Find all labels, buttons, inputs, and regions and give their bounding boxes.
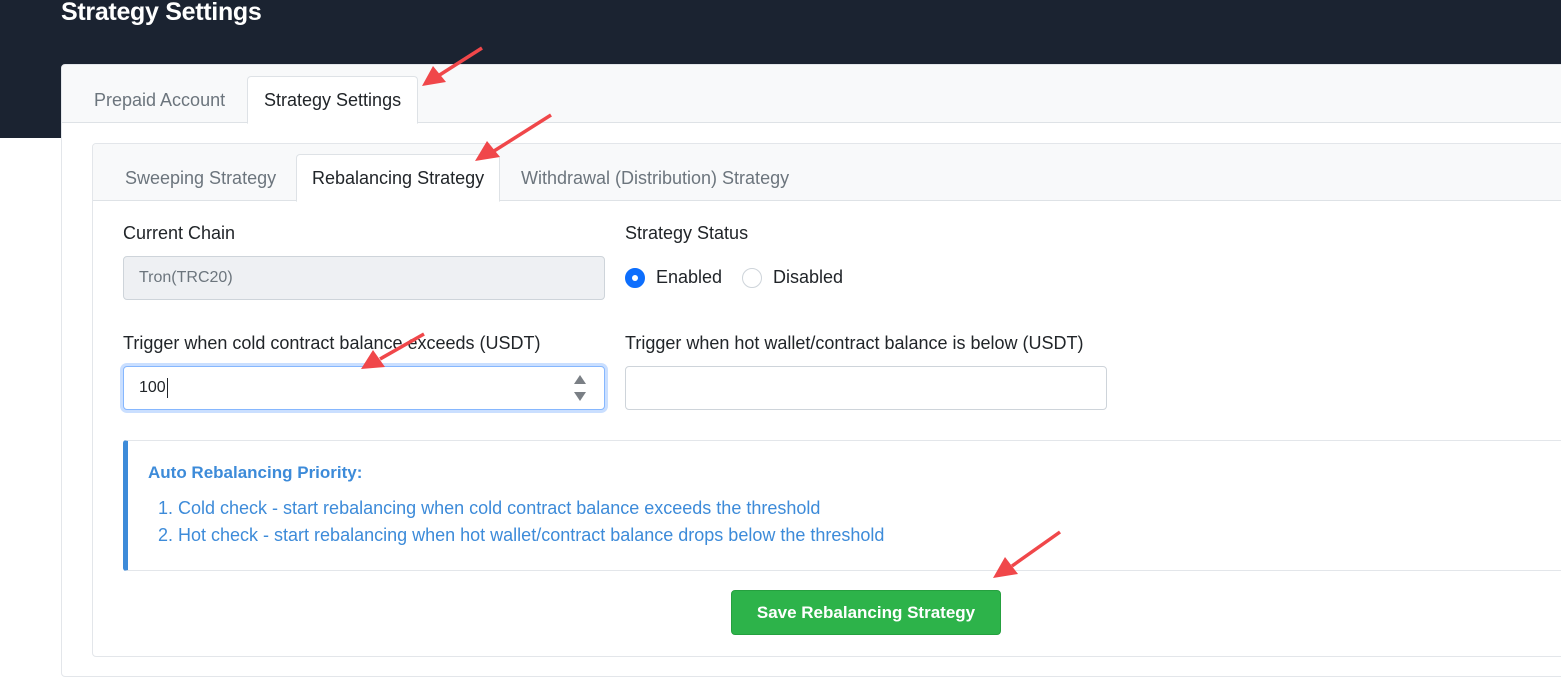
- number-spinner[interactable]: [574, 375, 586, 401]
- settings-card: Prepaid Account Strategy Settings Sweepi…: [61, 64, 1561, 677]
- info-line-hot: 2. Hot check - start rebalancing when ho…: [158, 525, 885, 545]
- status-enabled-option[interactable]: Enabled: [625, 267, 722, 288]
- save-rebalancing-button[interactable]: Save Rebalancing Strategy: [731, 590, 1001, 635]
- status-enabled-label: Enabled: [656, 267, 723, 287]
- strategy-card: Sweeping Strategy Rebalancing Strategy W…: [92, 143, 1561, 657]
- cold-threshold-label: Trigger when cold contract balance excee…: [123, 333, 541, 353]
- rebalancing-priority-alert: Auto Rebalancing Priority: 1. Cold check…: [123, 440, 1561, 571]
- strategy-status-label: Strategy Status: [625, 223, 749, 243]
- tab-prepaid-account[interactable]: Prepaid Account: [77, 76, 242, 124]
- info-line-cold: 1. Cold check - start rebalancing when c…: [158, 498, 821, 518]
- current-chain-field: Tron(TRC20): [123, 256, 605, 300]
- current-chain-label: Current Chain: [123, 223, 236, 243]
- strategy-tab-bar: Sweeping Strategy Rebalancing Strategy W…: [93, 144, 1561, 202]
- tab-withdrawal-strategy[interactable]: Withdrawal (Distribution) Strategy: [505, 154, 805, 202]
- page-title: Strategy Settings: [61, 0, 262, 26]
- hot-threshold-label: Trigger when hot wallet/contract balance…: [625, 333, 1084, 353]
- spinner-down-icon[interactable]: [574, 392, 586, 401]
- text-caret: [166, 377, 168, 398]
- status-enabled-radio[interactable]: [625, 267, 645, 288]
- info-title: Auto Rebalancing Priority:: [148, 463, 363, 482]
- tab-strategy-settings[interactable]: Strategy Settings: [247, 76, 419, 124]
- cold-threshold-value: 100: [139, 379, 166, 396]
- hot-threshold-input[interactable]: [625, 366, 1107, 410]
- status-disabled-option[interactable]: Disabled: [742, 267, 843, 288]
- tab-sweeping-strategy[interactable]: Sweeping Strategy: [109, 154, 292, 202]
- tab-rebalancing-strategy[interactable]: Rebalancing Strategy: [296, 154, 501, 202]
- status-disabled-label: Disabled: [773, 267, 844, 287]
- cold-threshold-input[interactable]: 100: [123, 366, 605, 410]
- spinner-up-icon[interactable]: [574, 375, 586, 384]
- status-disabled-radio[interactable]: [742, 267, 762, 288]
- outer-tab-bar: Prepaid Account Strategy Settings: [62, 65, 1561, 124]
